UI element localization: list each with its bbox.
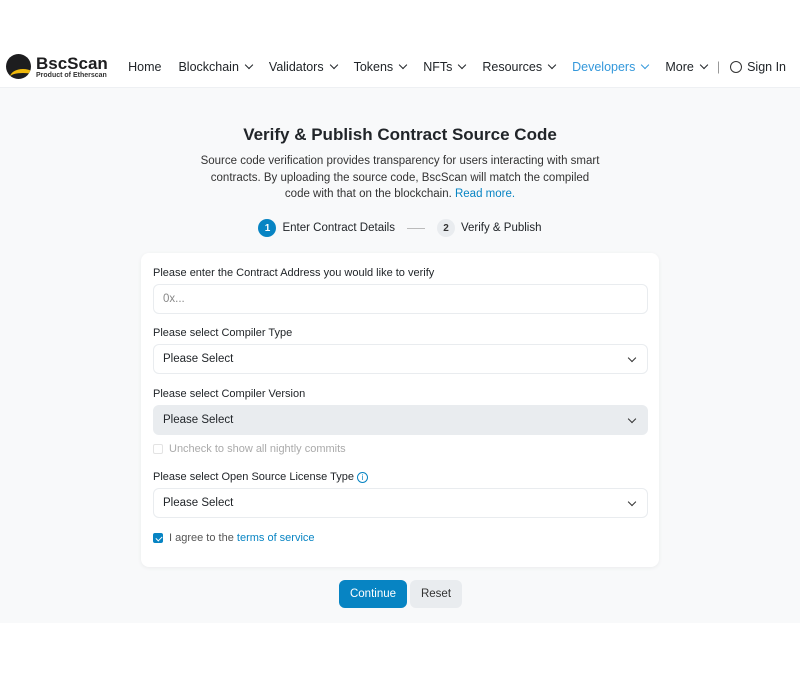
agree-terms-checkbox[interactable] [153,533,163,543]
step-2-label: Verify & Publish [460,222,542,234]
sign-in-link[interactable]: Sign In [720,60,786,74]
reset-button[interactable]: Reset [410,580,462,608]
license-label: Please select Open Source License Type i [153,471,368,483]
step-2-badge: 2 [436,219,455,237]
nightly-commits-checkbox[interactable] [153,444,163,454]
license-type-select[interactable]: Please Select [153,488,648,518]
chevron-down-icon [244,60,254,70]
chevron-down-icon [641,60,650,70]
bscscan-logo[interactable]: BscScan Product of Etherscan [6,54,108,79]
info-icon[interactable]: i [356,471,368,483]
nav-more[interactable]: More [665,60,709,74]
continue-button[interactable]: Continue [339,580,407,608]
page-title: Verify & Publish Contract Source Code [243,125,557,144]
nav-developers[interactable]: Developers [572,60,650,74]
read-more-link[interactable]: Read more. [455,188,515,200]
step-divider [406,227,425,229]
compiler-type-label: Please select Compiler Type [153,327,293,339]
nav-validators[interactable]: Validators [269,60,338,74]
logo-name: BscScan [36,53,108,73]
chevron-down-icon [329,60,338,70]
page-description: Source code verification provides transp… [200,155,600,200]
nightly-commits-label: Uncheck to show all nightly commits [169,443,346,455]
compiler-version-label: Please select Compiler Version [153,388,306,400]
agree-terms-label: I agree to the terms of service [169,532,315,544]
stepper: 1 Enter Contract Details 2 Verify & Publ… [0,219,800,237]
nav-resources[interactable]: Resources [482,60,557,74]
nav-blockchain[interactable]: Blockchain [178,60,254,74]
chevron-down-icon [627,414,637,424]
main-nav: Home Blockchain Validators Tokens NFTs R… [111,60,786,74]
contract-address-input[interactable]: 0x... [153,284,648,314]
chevron-down-icon [398,60,408,70]
chevron-down-icon [627,497,637,507]
compiler-version-select[interactable]: Please Select [153,405,648,435]
logo-subtitle: Product of Etherscan [36,71,107,79]
step-1-badge: 1 [258,219,277,237]
user-circle-icon [730,61,743,73]
chevron-down-icon [627,353,637,363]
nav-home[interactable]: Home [128,60,161,74]
verify-form-card: Please enter the Contract Address you wo… [141,253,659,567]
chevron-down-icon [458,60,467,70]
terms-of-service-link[interactable]: terms of service [237,532,315,544]
top-navbar: BscScan Product of Etherscan Home Blockc… [0,44,800,88]
compiler-type-select[interactable]: Please Select [153,344,648,374]
chevron-down-icon [547,60,557,70]
step-1-label: Enter Contract Details [282,222,395,234]
nav-tokens[interactable]: Tokens [354,60,408,74]
chevron-down-icon [699,60,709,70]
bscscan-logo-icon [6,54,31,79]
address-label: Please enter the Contract Address you wo… [153,267,435,279]
nav-nfts[interactable]: NFTs [423,60,467,74]
